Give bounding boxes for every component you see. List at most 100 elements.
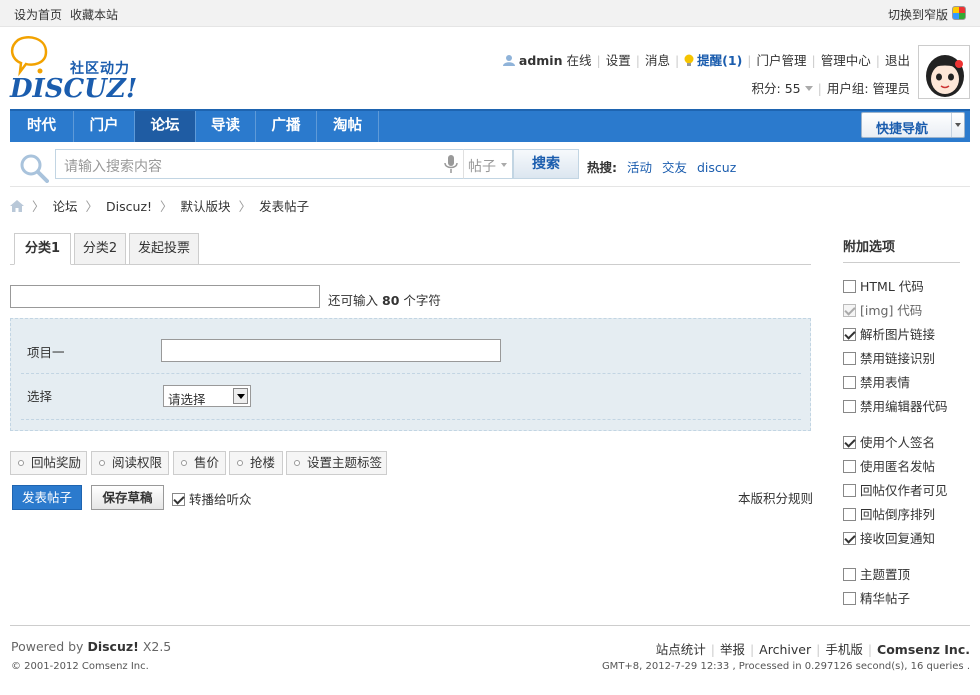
subject-input[interactable] xyxy=(10,285,320,308)
chevron-right-icon: 〉 xyxy=(238,199,252,214)
option-sticky-thread[interactable]: 主题置顶 xyxy=(843,564,910,583)
option-checkbox[interactable] xyxy=(843,400,856,413)
tab-start-poll[interactable]: 发起投票 xyxy=(129,233,199,265)
option-checkbox[interactable] xyxy=(843,484,856,497)
chevron-right-icon: 〉 xyxy=(32,199,45,214)
avatar[interactable] xyxy=(918,45,970,99)
reply-reward-label: 回帖奖励 xyxy=(31,455,82,470)
option-receive-reply-notify[interactable]: 接收回复通知 xyxy=(843,528,935,547)
footer-link-archiver[interactable]: Archiver xyxy=(759,642,811,657)
footer-link-company[interactable]: Comsenz Inc. xyxy=(877,642,970,657)
broadcast-checkbox[interactable] xyxy=(172,493,185,506)
switch-width-icon[interactable] xyxy=(952,6,966,20)
admin-center-link[interactable]: 管理中心 xyxy=(821,53,871,68)
version: X2.5 xyxy=(142,639,172,654)
choice-select[interactable]: 请选择 xyxy=(163,385,251,407)
search-placeholder: 请输入搜索内容 xyxy=(64,159,162,175)
chevron-down-icon[interactable] xyxy=(804,86,813,92)
search-input[interactable]: 请输入搜索内容 xyxy=(55,149,463,179)
tab-category-1[interactable]: 分类1 xyxy=(14,233,71,265)
bookmark-link[interactable]: 收藏本站 xyxy=(70,8,118,22)
copyright: © 2001-2012 Comsenz Inc. xyxy=(11,661,149,672)
nav-item-broadcast[interactable]: 广播 xyxy=(256,111,317,142)
footer-links: 站点统计 | 举报 | Archiver | 手机版 | Comsenz Inc. xyxy=(655,642,970,657)
option-checkbox[interactable] xyxy=(843,460,856,473)
option-checkbox[interactable] xyxy=(843,376,856,389)
search-type-select[interactable]: 帖子 xyxy=(463,149,513,179)
messages-link[interactable]: 消息 xyxy=(645,53,670,68)
save-draft-button[interactable]: 保存草稿 xyxy=(91,485,164,510)
logo-brand: DISCUZ! xyxy=(10,74,138,104)
option-label: 解析图片链接 xyxy=(860,327,936,342)
breadcrumb-discuz[interactable]: Discuz! xyxy=(106,199,152,214)
subject-char-hint: 还可输入 80 个字符 xyxy=(328,290,441,309)
nav-item-portal[interactable]: 门户 xyxy=(74,111,135,142)
breadcrumb-default-board[interactable]: 默认版块 xyxy=(181,199,231,214)
hot-item-dating[interactable]: 交友 xyxy=(662,160,687,175)
item1-input[interactable] xyxy=(161,339,501,362)
price-label: 售价 xyxy=(194,455,220,470)
row-divider xyxy=(21,419,801,420)
user-info-secondary: 积分: 55 | 用户组: 管理员 xyxy=(751,81,910,96)
breadcrumb: 〉论坛〉 Discuz! 〉默认版块〉发表帖子 xyxy=(10,196,309,214)
top-bar: 设为首页 收藏本站 切换到窄版 xyxy=(0,0,980,27)
footer-link-mobile[interactable]: 手机版 xyxy=(825,642,863,657)
main-nav: 时代 门户 论坛 导读 广播 淘帖 xyxy=(10,109,970,142)
option-digest-thread[interactable]: 精华帖子 xyxy=(843,588,910,607)
nav-item-taotie[interactable]: 淘帖 xyxy=(317,111,379,142)
price-button[interactable]: 售价 xyxy=(173,451,226,475)
option-checkbox[interactable] xyxy=(843,532,856,545)
home-icon[interactable] xyxy=(10,200,24,212)
chevron-down-icon[interactable] xyxy=(233,388,248,404)
chevron-down-icon xyxy=(501,163,507,167)
option-disable-smilies[interactable]: 禁用表情 xyxy=(843,372,910,391)
read-permission-button[interactable]: 阅读权限 xyxy=(91,451,169,475)
footer-link-stats[interactable]: 站点统计 xyxy=(656,642,706,657)
broadcast-option[interactable]: 转播给听众 xyxy=(172,489,252,508)
option-checkbox[interactable] xyxy=(843,508,856,521)
switch-width-link[interactable]: 切换到窄版 xyxy=(888,6,948,23)
footer-link-report[interactable]: 举报 xyxy=(720,642,745,657)
hot-item-activity[interactable]: 活动 xyxy=(627,160,652,175)
hint-suffix: 个字符 xyxy=(403,293,441,308)
option-use-signature[interactable]: 使用个人签名 xyxy=(843,432,935,451)
breadcrumb-forum[interactable]: 论坛 xyxy=(53,199,78,214)
username-link[interactable]: admin xyxy=(519,53,563,68)
nav-item-guide[interactable]: 导读 xyxy=(196,111,256,142)
chevron-down-icon[interactable] xyxy=(951,113,964,137)
search-button[interactable]: 搜索 xyxy=(513,149,579,179)
option-html-code[interactable]: HTML 代码 xyxy=(843,276,924,295)
settings-link[interactable]: 设置 xyxy=(606,53,631,68)
post-thread-button[interactable]: 发表帖子 xyxy=(12,485,82,510)
set-tags-button[interactable]: 设置主题标签 xyxy=(286,451,387,475)
points-menu[interactable]: 积分: 55 xyxy=(752,81,801,96)
site-logo[interactable]: 社区动力 DISCUZ! xyxy=(10,36,150,104)
credit-rules-link[interactable]: 本版积分规则 xyxy=(738,488,813,507)
portal-manage-link[interactable]: 门户管理 xyxy=(757,53,807,68)
option-parse-image-links[interactable]: 解析图片链接 xyxy=(843,324,935,343)
option-checkbox[interactable] xyxy=(843,352,856,365)
rush-floor-button[interactable]: 抢楼 xyxy=(229,451,283,475)
tab-category-2[interactable]: 分类2 xyxy=(74,233,126,265)
option-disable-link-detect[interactable]: 禁用链接识别 xyxy=(843,348,935,367)
microphone-icon[interactable] xyxy=(444,155,458,173)
option-disable-editor-code[interactable]: 禁用编辑器代码 xyxy=(843,396,948,415)
remind-link[interactable]: 提醒(1) xyxy=(697,53,742,68)
option-reply-reverse-order[interactable]: 回帖倒序排列 xyxy=(843,504,935,523)
nav-item-forum[interactable]: 论坛 xyxy=(135,111,196,142)
discuz-link[interactable]: Discuz! xyxy=(87,639,138,654)
option-anonymous-post[interactable]: 使用匿名发帖 xyxy=(843,456,935,475)
option-checkbox[interactable] xyxy=(843,592,856,605)
option-checkbox[interactable] xyxy=(843,328,856,341)
search-type-label: 帖子 xyxy=(468,159,496,175)
set-home-link[interactable]: 设为首页 xyxy=(14,8,62,22)
logout-link[interactable]: 退出 xyxy=(885,53,910,68)
option-checkbox[interactable] xyxy=(843,568,856,581)
option-checkbox[interactable] xyxy=(843,280,856,293)
hot-item-discuz[interactable]: discuz xyxy=(697,160,736,175)
option-reply-author-only[interactable]: 回帖仅作者可见 xyxy=(843,480,948,499)
reply-reward-button[interactable]: 回帖奖励 xyxy=(10,451,87,475)
option-checkbox[interactable] xyxy=(843,436,856,449)
quick-nav-button[interactable]: 快捷导航 xyxy=(861,112,965,138)
nav-item-shidai[interactable]: 时代 xyxy=(10,111,74,142)
